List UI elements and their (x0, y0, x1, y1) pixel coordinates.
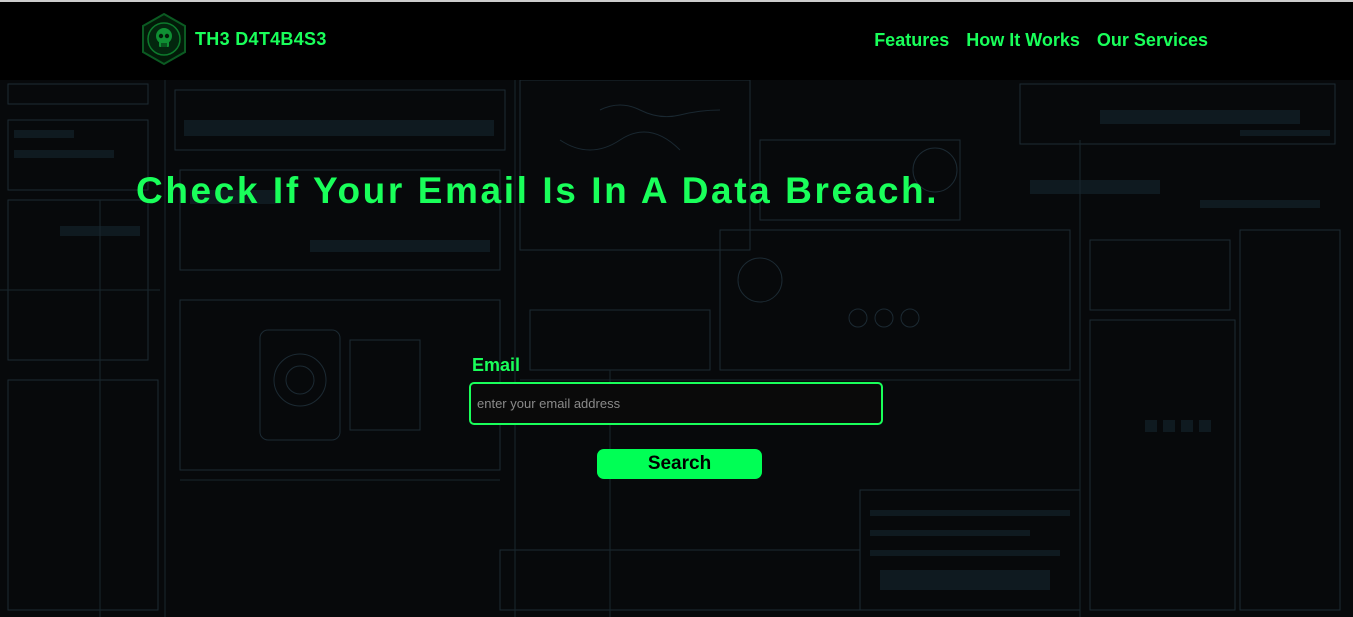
dashboard-background-image (0, 80, 1353, 617)
email-search-form: Email Search (469, 355, 883, 479)
skull-emblem-icon (137, 12, 191, 66)
nav-link-our-services[interactable]: Our Services (1097, 30, 1208, 51)
nav-link-how-it-works[interactable]: How It Works (966, 30, 1080, 51)
main-nav: Features How It Works Our Services (874, 30, 1208, 51)
hero-title: Check If Your Email Is In A Data Breach. (136, 170, 940, 211)
email-label: Email (472, 355, 521, 375)
nav-link-features[interactable]: Features (874, 30, 949, 51)
brand[interactable]: TH3 D4T4B4S3 (137, 12, 327, 66)
page: TH3 D4T4B4S3 Features How It Works Our S… (0, 0, 1353, 617)
email-input[interactable] (469, 382, 883, 425)
search-button[interactable]: Search (597, 449, 762, 479)
brand-name: TH3 D4T4B4S3 (195, 28, 327, 49)
site-header: TH3 D4T4B4S3 Features How It Works Our S… (0, 2, 1353, 80)
